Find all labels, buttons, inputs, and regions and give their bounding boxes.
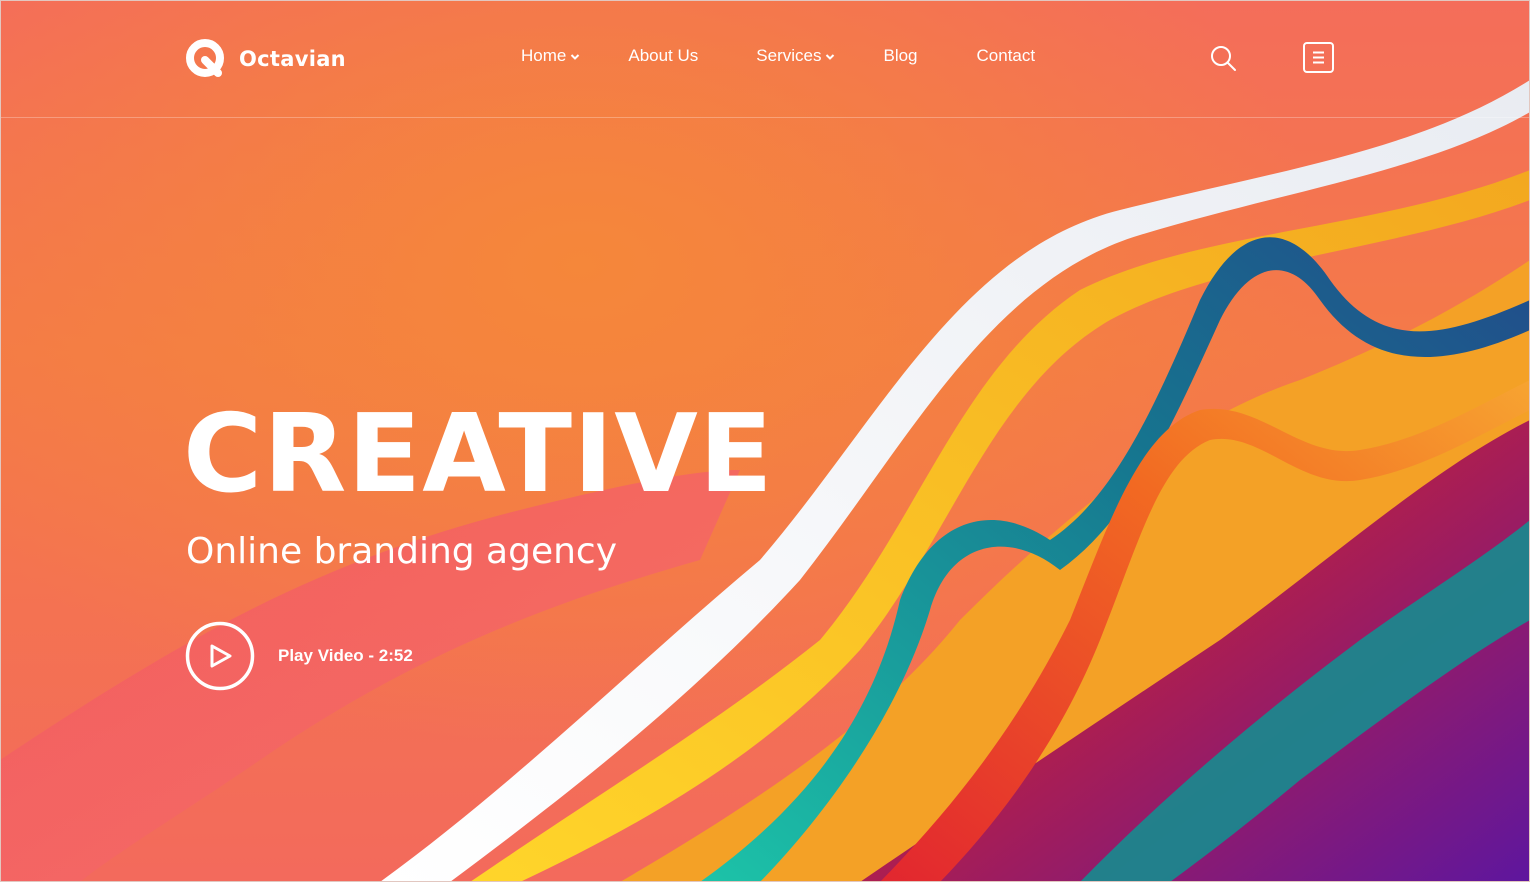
octavian-q-logo-icon (186, 39, 224, 77)
hero-subtitle: Online branding agency (186, 531, 618, 572)
nav-item-label: Blog (883, 46, 918, 65)
site-header: Octavian Home About Us Services Blog Con… (0, 0, 1530, 118)
hero-page: Octavian Home About Us Services Blog Con… (0, 0, 1530, 882)
search-icon[interactable] (1209, 44, 1237, 72)
main-nav: Home About Us Services Blog Contact (521, 46, 1035, 66)
chevron-down-icon (826, 54, 835, 60)
play-video-label: Play Video - 2:52 (278, 646, 413, 665)
nav-item-services[interactable]: Services (756, 46, 835, 66)
nav-item-about-us[interactable]: About Us (628, 46, 698, 66)
nav-item-label: Services (756, 46, 822, 65)
nav-item-home[interactable]: Home (521, 46, 580, 66)
brand-name: Octavian (239, 47, 346, 71)
hero-title: CREATIVE (183, 392, 774, 517)
chevron-down-icon (571, 54, 580, 60)
nav-item-blog[interactable]: Blog (883, 46, 917, 66)
play-video-button[interactable]: Play Video - 2:52 (185, 621, 413, 691)
nav-item-label: About Us (628, 46, 699, 65)
nav-item-contact[interactable]: Contact (977, 46, 1036, 66)
play-icon[interactable] (185, 621, 255, 691)
menu-icon[interactable] (1303, 42, 1334, 73)
nav-item-label: Home (521, 46, 567, 65)
brand-logo[interactable]: Octavian (185, 38, 346, 80)
nav-item-label: Contact (976, 46, 1036, 65)
